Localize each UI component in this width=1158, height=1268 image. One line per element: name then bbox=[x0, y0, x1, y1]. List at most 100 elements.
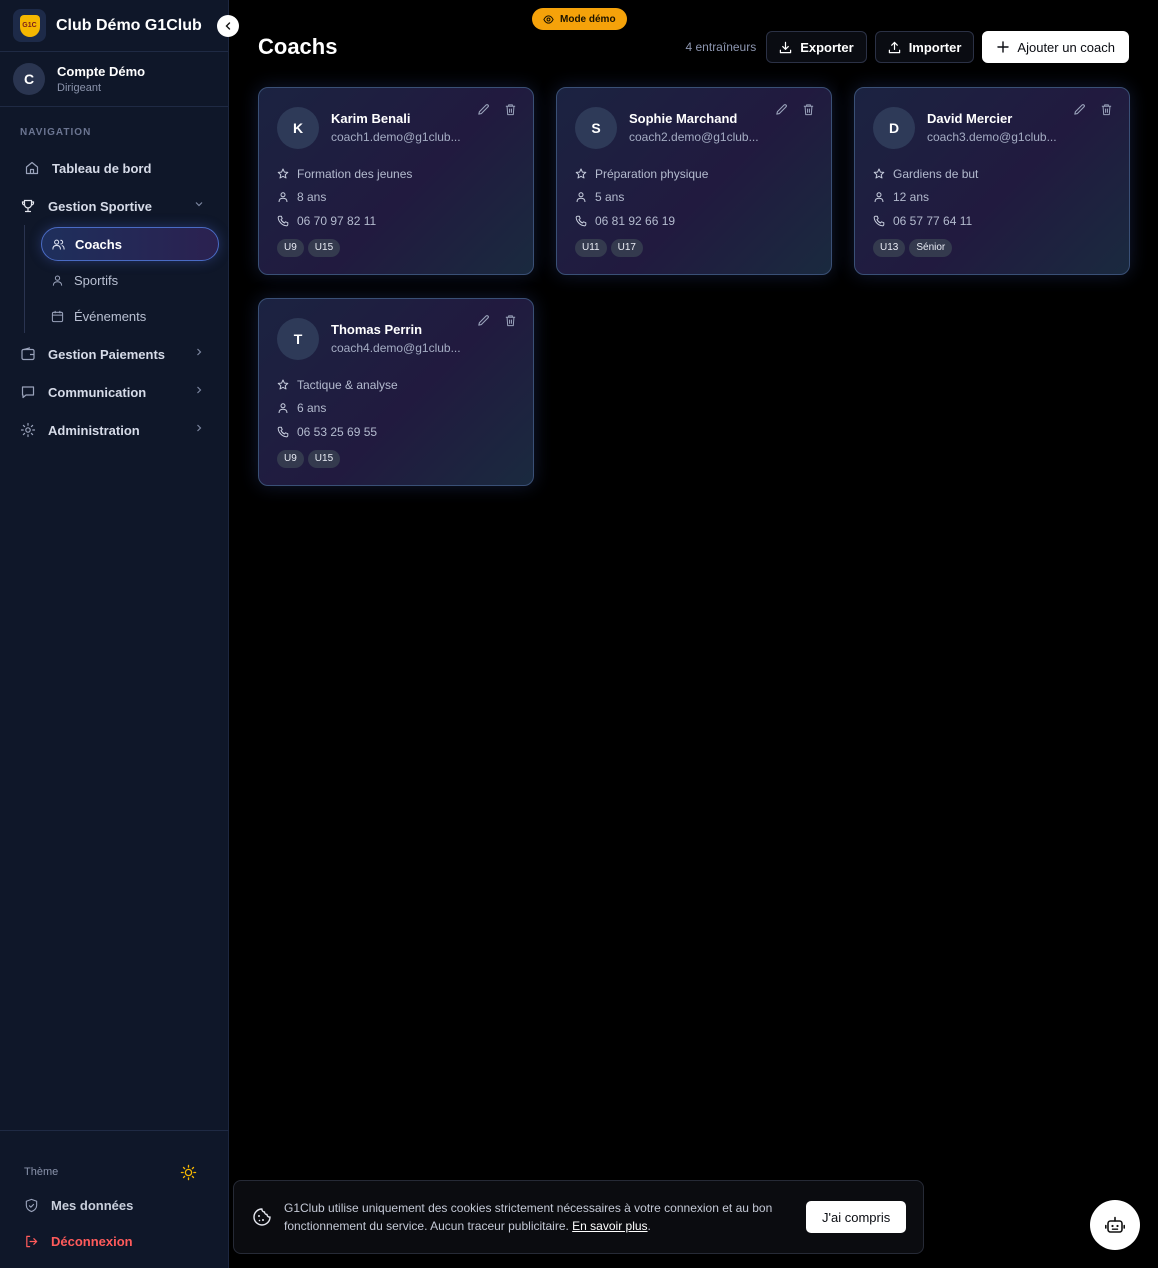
team-tag: U11 bbox=[575, 238, 607, 257]
coach-experience: 6 ans bbox=[297, 401, 327, 416]
team-tag: U17 bbox=[610, 238, 643, 257]
edit-icon[interactable] bbox=[1073, 103, 1086, 116]
coach-specialty: Gardiens de but bbox=[893, 166, 979, 181]
sidebar-item-label: Événements bbox=[74, 308, 147, 324]
coach-card[interactable]: S Sophie Marchand coach2.demo@g1club... … bbox=[556, 87, 832, 275]
plus-icon bbox=[997, 41, 1010, 53]
nav-item-gestion-paiements[interactable]: Gestion Paiements bbox=[0, 335, 228, 373]
coach-avatar: K bbox=[277, 106, 319, 149]
cookie-learn-more-link[interactable]: En savoir plus bbox=[572, 1219, 647, 1233]
sidebar-item-coachs[interactable]: Coachs bbox=[41, 227, 219, 261]
trash-icon[interactable] bbox=[504, 103, 517, 116]
coach-experience: 8 ans bbox=[297, 190, 327, 205]
my-data-link[interactable]: Mes données bbox=[0, 1187, 229, 1223]
star-icon bbox=[873, 168, 885, 179]
team-tag: U15 bbox=[307, 238, 341, 257]
coach-details: Préparation physique 5 ans 06 81 92 66 1… bbox=[575, 162, 831, 233]
eye-icon bbox=[543, 14, 554, 24]
nav-item-gestion-sportive[interactable]: Gestion Sportive bbox=[0, 187, 228, 225]
sidebar-footer: Thème Mes données Déconnexion bbox=[0, 1130, 229, 1268]
coach-email: coach4.demo@g1club... bbox=[331, 341, 461, 355]
gear-icon bbox=[20, 422, 36, 438]
coach-email: coach2.demo@g1club... bbox=[629, 130, 759, 144]
sun-icon[interactable] bbox=[180, 1164, 197, 1181]
account-role: Dirigeant bbox=[57, 82, 102, 94]
nav-item-label: Communication bbox=[48, 384, 147, 400]
phone-icon bbox=[277, 215, 289, 227]
message-icon bbox=[21, 386, 35, 399]
chevron-down-icon bbox=[195, 202, 203, 207]
edit-icon[interactable] bbox=[477, 103, 490, 116]
nav-item-dashboard[interactable]: Tableau de bord bbox=[0, 149, 228, 187]
coach-card[interactable]: T Thomas Perrin coach4.demo@g1club... Ta… bbox=[258, 298, 534, 486]
coach-phone: 06 81 92 66 19 bbox=[595, 213, 676, 228]
add-coach-button[interactable]: Ajouter un coach bbox=[982, 31, 1129, 63]
trash-icon[interactable] bbox=[1100, 103, 1113, 116]
cookie-icon bbox=[253, 1208, 271, 1226]
coach-teams: U9 U15 bbox=[277, 238, 533, 257]
nav-item-label: Gestion Paiements bbox=[48, 346, 166, 362]
coach-avatar: T bbox=[277, 317, 319, 360]
cookie-accept-button[interactable]: J'ai compris bbox=[806, 1201, 907, 1233]
nav-item-administration[interactable]: Administration bbox=[0, 411, 228, 449]
calendar-icon bbox=[51, 310, 64, 322]
club-logo: G1C bbox=[13, 9, 46, 42]
club-logo-shield: G1C bbox=[19, 14, 40, 37]
coach-specialty: Préparation physique bbox=[595, 166, 709, 181]
import-button[interactable]: Importer bbox=[874, 31, 975, 63]
trash-icon[interactable] bbox=[802, 103, 815, 116]
download-icon bbox=[780, 41, 792, 53]
coach-specialty-row: Gardiens de but bbox=[873, 162, 1129, 186]
collapse-sidebar-button[interactable] bbox=[217, 15, 239, 37]
sidebar-item-evenements[interactable]: Événements bbox=[41, 299, 219, 333]
account-panel[interactable]: C Compte Démo Dirigeant bbox=[0, 52, 228, 107]
robot-icon bbox=[1105, 1216, 1125, 1233]
coach-phone: 06 57 77 64 11 bbox=[893, 213, 973, 228]
upload-icon bbox=[888, 41, 900, 53]
user-icon bbox=[52, 275, 63, 286]
coach-card-actions bbox=[775, 103, 815, 116]
nav-item-communication[interactable]: Communication bbox=[0, 373, 228, 411]
coach-details: Formation des jeunes 8 ans 06 70 97 82 1… bbox=[277, 162, 533, 233]
coach-phone-row: 06 57 77 64 11 bbox=[873, 209, 1129, 233]
assistant-bot-button[interactable] bbox=[1090, 1200, 1140, 1250]
coach-card[interactable]: K Karim Benali coach1.demo@g1club... For… bbox=[258, 87, 534, 275]
team-tag: U13 bbox=[873, 238, 906, 257]
nav-item-label: Gestion Sportive bbox=[48, 198, 153, 214]
coach-avatar: D bbox=[873, 106, 915, 149]
chevron-right-icon bbox=[197, 424, 202, 432]
nav-heading: NAVIGATION bbox=[20, 127, 92, 138]
phone-icon bbox=[873, 215, 885, 227]
coach-email: coach3.demo@g1club... bbox=[927, 130, 1057, 144]
coach-teams: U11 U17 bbox=[575, 238, 831, 257]
coach-card-actions bbox=[477, 103, 517, 116]
phone-icon bbox=[575, 215, 587, 227]
team-tag: Sénior bbox=[909, 238, 953, 257]
coach-phone-row: 06 53 25 69 55 bbox=[277, 420, 533, 444]
coach-card-actions bbox=[1073, 103, 1113, 116]
add-coach-label: Ajouter un coach bbox=[1017, 39, 1115, 55]
edit-icon[interactable] bbox=[775, 103, 788, 116]
sidebar: G1C Club Démo G1Club C Compte Démo Dirig… bbox=[0, 0, 239, 1268]
sidebar-item-sportifs[interactable]: Sportifs bbox=[41, 263, 219, 297]
cookie-text: G1Club utilise uniquement des cookies st… bbox=[284, 1201, 773, 1233]
logout-button[interactable]: Déconnexion bbox=[0, 1223, 229, 1259]
coach-phone: 06 70 97 82 11 bbox=[297, 213, 377, 228]
export-label: Exporter bbox=[800, 39, 854, 55]
export-button[interactable]: Exporter bbox=[766, 31, 867, 63]
theme-row: Thème bbox=[0, 1131, 229, 1187]
account-avatar: C bbox=[13, 63, 45, 95]
nav-item-label: Tableau de bord bbox=[52, 160, 152, 176]
star-icon bbox=[277, 379, 289, 390]
coach-phone-row: 06 81 92 66 19 bbox=[575, 209, 831, 233]
home-icon bbox=[25, 161, 39, 175]
coach-experience: 12 ans bbox=[893, 190, 930, 205]
coach-phone: 06 53 25 69 55 bbox=[297, 424, 378, 439]
wallet-icon bbox=[21, 347, 35, 361]
shield-check-icon bbox=[25, 1198, 38, 1212]
coach-card[interactable]: D David Mercier coach3.demo@g1club... Ga… bbox=[854, 87, 1130, 275]
trash-icon[interactable] bbox=[504, 314, 517, 327]
logout-icon bbox=[26, 1235, 38, 1247]
coach-specialty-row: Formation des jeunes bbox=[277, 162, 533, 186]
edit-icon[interactable] bbox=[477, 314, 490, 327]
